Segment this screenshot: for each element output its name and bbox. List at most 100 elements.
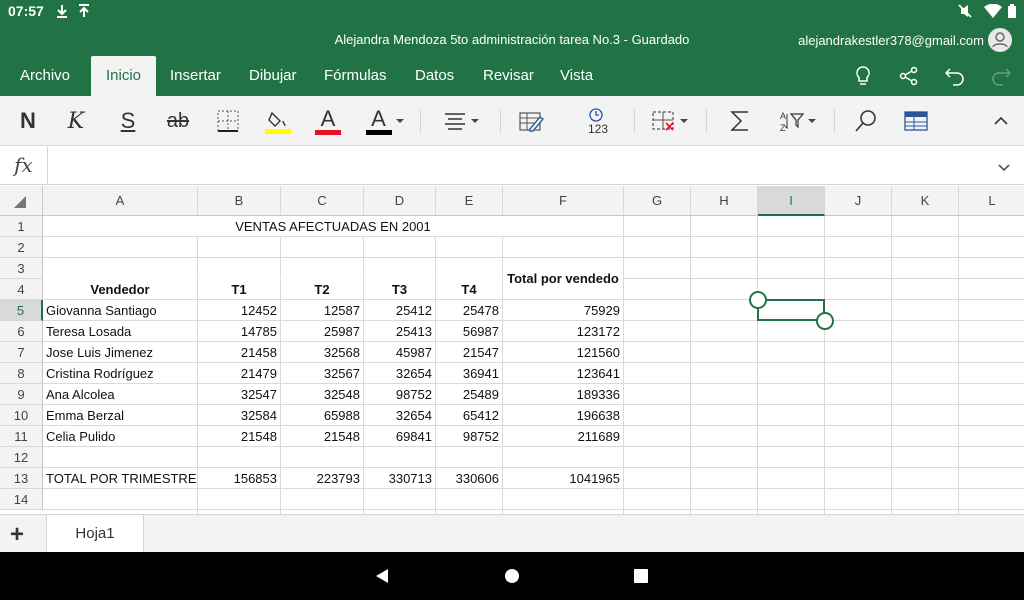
row-header-7[interactable]: 7 [0, 342, 43, 363]
total-t2-cell[interactable]: 223793 [281, 468, 363, 489]
selection-handle-end[interactable] [816, 312, 834, 330]
row-header-9[interactable]: 9 [0, 384, 43, 405]
value-cell[interactable]: 25987 [281, 321, 363, 342]
vendor-name-cell[interactable]: Celia Pulido [43, 426, 197, 447]
value-cell[interactable]: 25478 [436, 300, 502, 321]
value-cell[interactable]: 98752 [364, 384, 435, 405]
total-cell[interactable]: 123172 [503, 321, 623, 342]
column-header-l[interactable]: L [959, 186, 1024, 216]
value-cell[interactable]: 32567 [281, 363, 363, 384]
align-button[interactable] [438, 104, 484, 138]
find-button[interactable] [848, 104, 884, 138]
row-header-12[interactable]: 12 [0, 447, 43, 468]
value-cell[interactable]: 32568 [281, 342, 363, 363]
value-cell[interactable]: 56987 [436, 321, 502, 342]
value-cell[interactable]: 36941 [436, 363, 502, 384]
row-header-11[interactable]: 11 [0, 426, 43, 447]
fx-button[interactable]: fx [0, 147, 48, 185]
lightbulb-icon[interactable] [852, 65, 874, 87]
vendor-name-cell[interactable]: Jose Luis Jimenez [43, 342, 197, 363]
vendor-name-cell[interactable]: Teresa Losada [43, 321, 197, 342]
avatar[interactable] [988, 28, 1012, 52]
total-cell[interactable]: 196638 [503, 405, 623, 426]
text-color-button[interactable]: A [362, 104, 408, 138]
row-header-14[interactable]: 14 [0, 489, 43, 510]
total-cell[interactable]: 121560 [503, 342, 623, 363]
value-cell[interactable]: 21548 [198, 426, 280, 447]
value-cell[interactable]: 65412 [436, 405, 502, 426]
share-icon[interactable] [898, 65, 920, 87]
column-header-f[interactable]: F [503, 186, 624, 216]
value-cell[interactable]: 12587 [281, 300, 363, 321]
header-t1[interactable]: T1 [198, 279, 280, 300]
row-header-4[interactable]: 4 [0, 279, 43, 300]
row-header-13[interactable]: 13 [0, 468, 43, 489]
value-cell[interactable]: 69841 [364, 426, 435, 447]
row-header-6[interactable]: 6 [0, 321, 43, 342]
row-header-10[interactable]: 10 [0, 405, 43, 426]
font-color-button[interactable]: A [312, 104, 344, 138]
fill-color-button[interactable] [262, 104, 294, 138]
value-cell[interactable]: 25413 [364, 321, 435, 342]
value-cell[interactable]: 32654 [364, 363, 435, 384]
header-t2[interactable]: T2 [281, 279, 363, 300]
column-header-d[interactable]: D [364, 186, 436, 216]
value-cell[interactable]: 12452 [198, 300, 280, 321]
autosum-button[interactable] [722, 104, 758, 138]
value-cell[interactable]: 32584 [198, 405, 280, 426]
row-header-2[interactable]: 2 [0, 237, 43, 258]
undo-icon[interactable] [944, 65, 966, 87]
column-header-j[interactable]: J [825, 186, 892, 216]
total-cell[interactable]: 75929 [503, 300, 623, 321]
header-t4[interactable]: T4 [436, 279, 502, 300]
tab-archivo[interactable]: Archivo [6, 56, 84, 96]
selection-handle-start[interactable] [749, 291, 767, 309]
value-cell[interactable]: 98752 [436, 426, 502, 447]
value-cell[interactable]: 32547 [198, 384, 280, 405]
value-cell[interactable]: 21479 [198, 363, 280, 384]
strikethrough-button[interactable]: ab [160, 104, 196, 138]
total-cell[interactable]: 189336 [503, 384, 623, 405]
column-header-b[interactable]: B [198, 186, 281, 216]
value-cell[interactable]: 21547 [436, 342, 502, 363]
redo-icon[interactable] [990, 65, 1012, 87]
number-format-button[interactable]: 123 [578, 104, 618, 138]
totals-label-cell[interactable]: TOTAL POR TRIMESTRE [43, 468, 197, 489]
header-total[interactable]: Total por vendedo [503, 268, 623, 289]
value-cell[interactable]: 21458 [198, 342, 280, 363]
column-header-e[interactable]: E [436, 186, 503, 216]
collapse-ribbon-button[interactable] [988, 104, 1014, 138]
column-header-k[interactable]: K [892, 186, 959, 216]
sheet-title-cell[interactable]: VENTAS AFECTUADAS EN 2001 [43, 216, 623, 237]
value-cell[interactable]: 65988 [281, 405, 363, 426]
tab-dibujar[interactable]: Dibujar [235, 56, 311, 96]
account-email[interactable]: alejandrakestler378@gmail.com [798, 33, 984, 48]
formula-bar[interactable]: fx [0, 147, 1024, 185]
column-header-c[interactable]: C [281, 186, 364, 216]
column-header-h[interactable]: H [691, 186, 758, 216]
value-cell[interactable]: 32548 [281, 384, 363, 405]
vendor-name-cell[interactable]: Giovanna Santiago [43, 300, 197, 321]
tab-inicio[interactable]: Inicio [91, 56, 156, 96]
selected-cell[interactable] [757, 299, 825, 321]
italic-button[interactable]: K [60, 104, 92, 138]
borders-button[interactable] [212, 104, 244, 138]
vendor-name-cell[interactable]: Cristina Rodríguez [43, 363, 197, 384]
spreadsheet-grid[interactable]: A B C D E F G H I J K L 1 2 3 4 5 6 7 8 9 10 11 12 13 14 VENTAS AF… [0, 186, 1024, 514]
insert-delete-button[interactable] [648, 104, 692, 138]
tab-datos[interactable]: Datos [401, 56, 468, 96]
total-cell[interactable]: 211689 [503, 426, 623, 447]
sheet-tab-hoja1[interactable]: Hoja1 [46, 515, 144, 553]
total-cell[interactable]: 123641 [503, 363, 623, 384]
value-cell[interactable]: 45987 [364, 342, 435, 363]
home-icon[interactable] [504, 568, 520, 584]
vendor-name-cell[interactable]: Ana Alcolea [43, 384, 197, 405]
value-cell[interactable]: 25489 [436, 384, 502, 405]
select-all-button[interactable] [0, 186, 43, 216]
total-t1-cell[interactable]: 156853 [198, 468, 280, 489]
value-cell[interactable]: 21548 [281, 426, 363, 447]
row-header-1[interactable]: 1 [0, 216, 43, 237]
format-table-button[interactable] [514, 104, 548, 138]
row-header-5[interactable]: 5 [0, 300, 43, 321]
column-header-g[interactable]: G [624, 186, 691, 216]
